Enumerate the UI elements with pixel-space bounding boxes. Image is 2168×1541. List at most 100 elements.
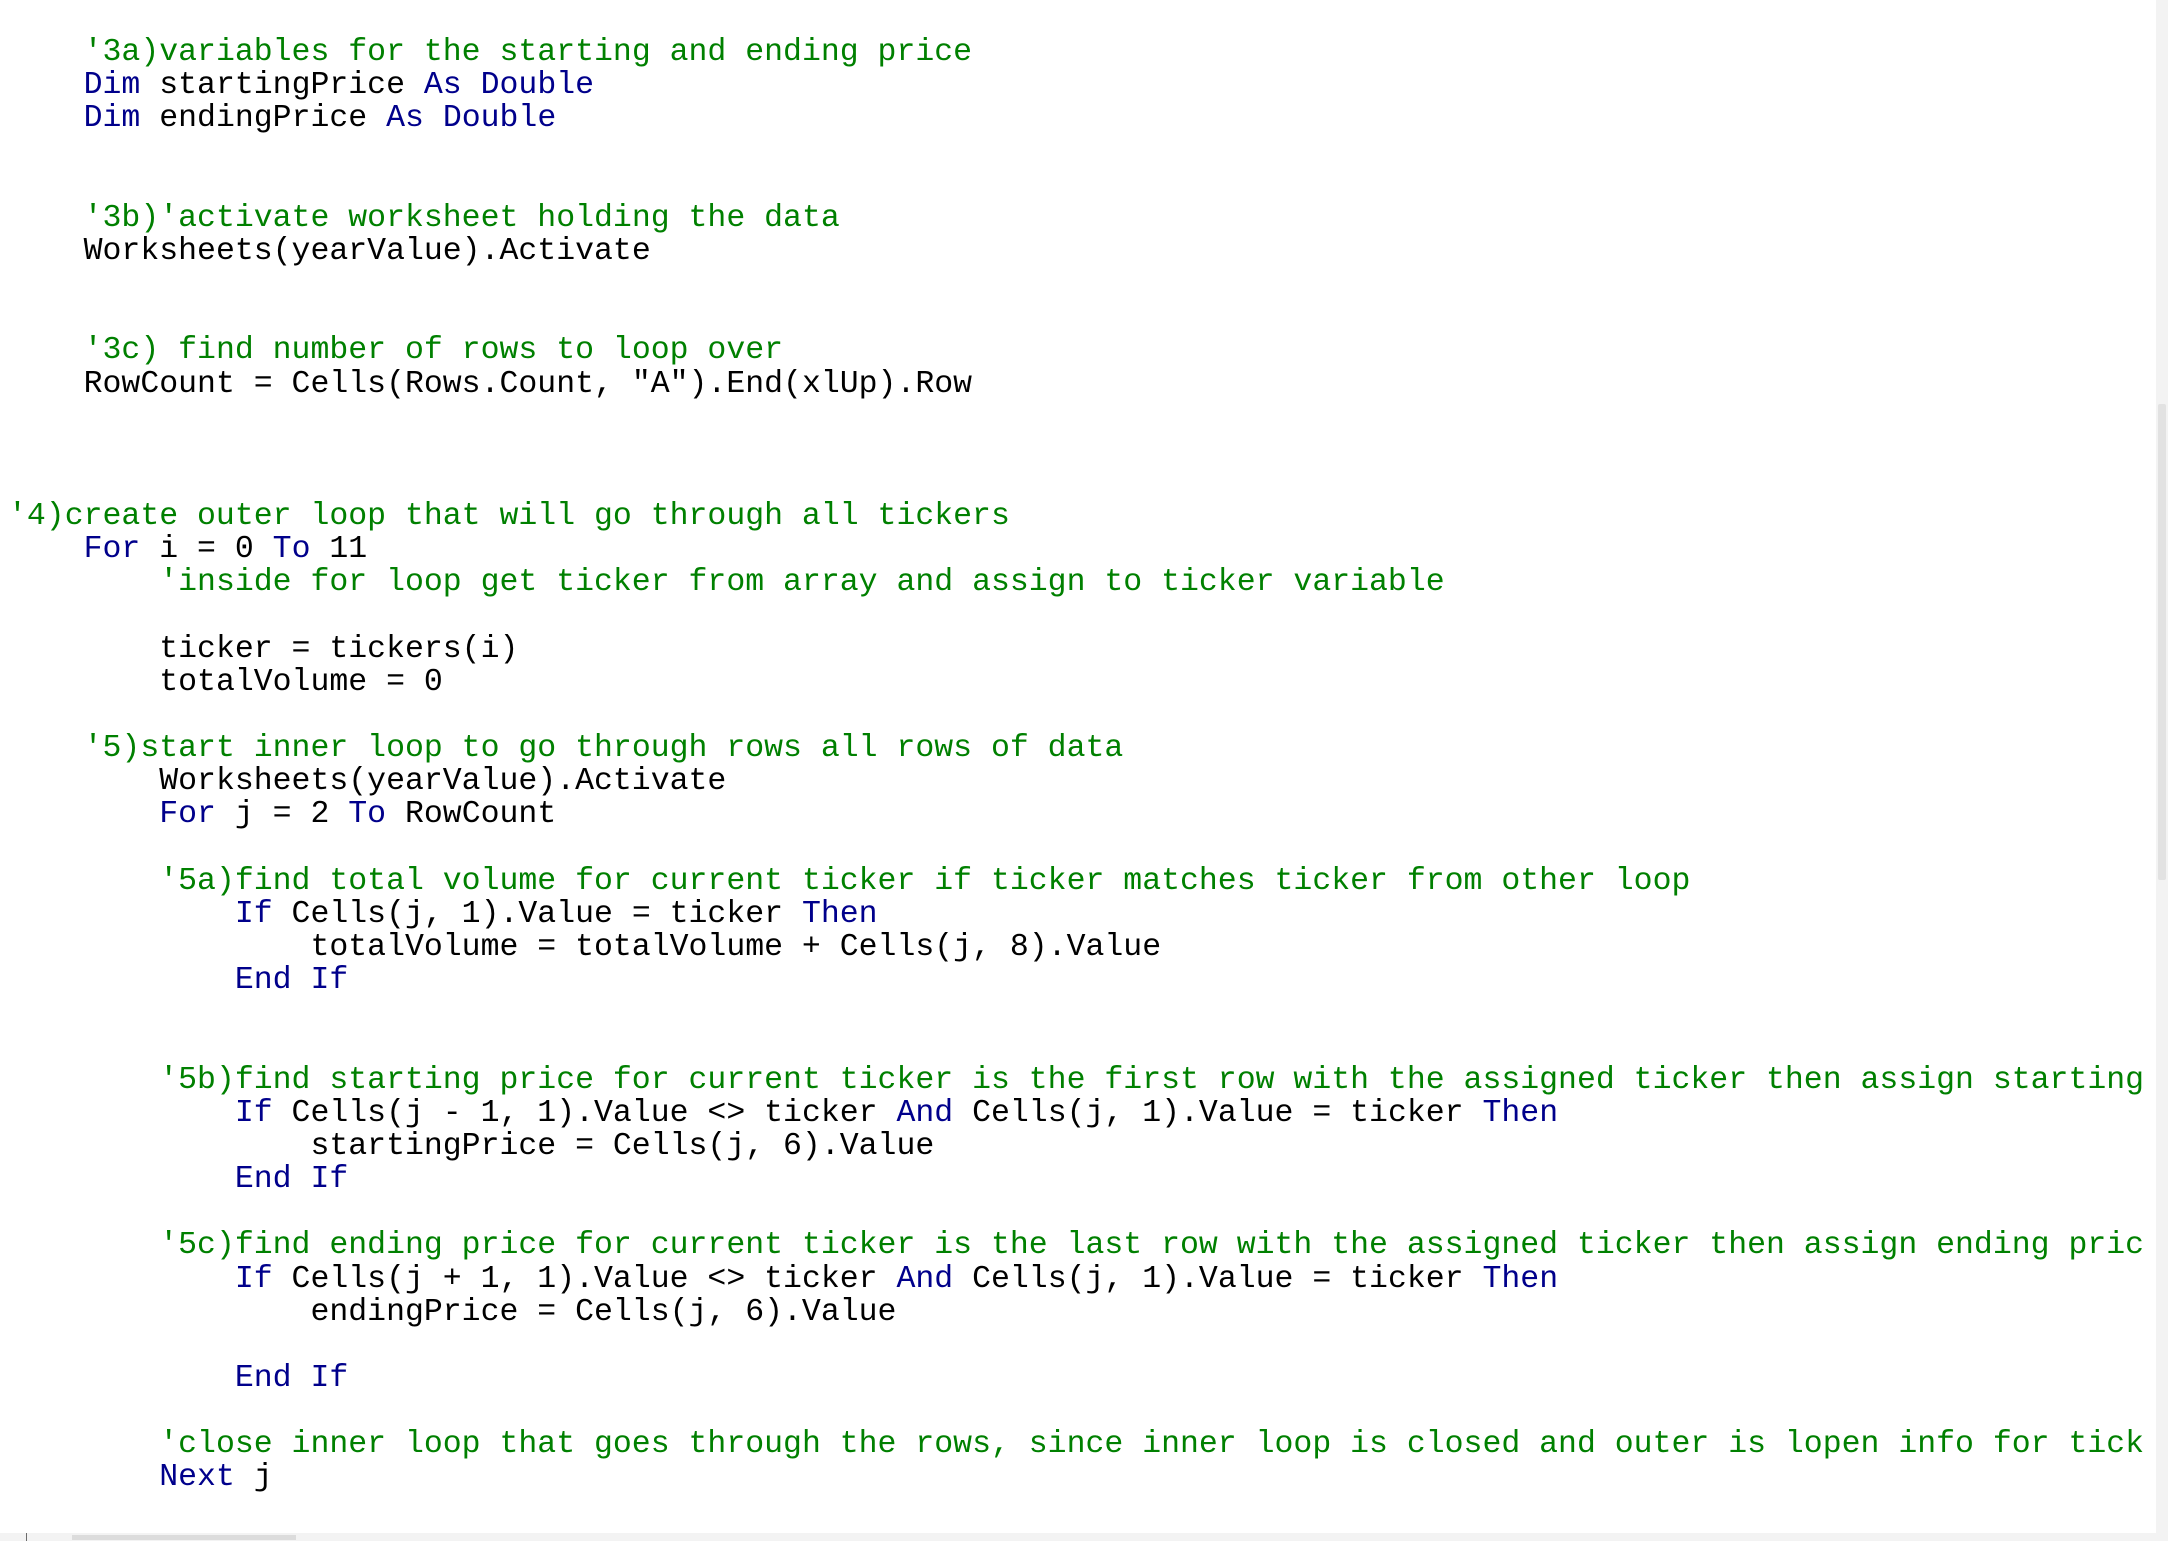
code-token-keyword: Double [442,101,557,136]
code-line[interactable]: '5)start inner loop to go through rows a… [8,731,1124,766]
code-token-plain: j [234,1460,273,1495]
code-token-keyword: End If [234,963,349,998]
code-token-plain: totalVolume = totalVolume + Cells(j, 8).… [310,930,1162,965]
code-token-plain: RowCount [386,797,557,832]
code-token-comment: 'close inner loop that goes through the … [159,1427,2145,1462]
code-token-keyword: To [272,532,311,567]
code-line[interactable]: Next j [8,1460,273,1495]
code-line[interactable]: '3b)'activate worksheet holding the data [8,202,840,235]
code-token-keyword: Next [159,1460,235,1495]
code-token-keyword: End If [234,1162,349,1197]
code-token-comment: '5a)find total volume for current ticker… [159,864,1691,899]
code-line[interactable]: Worksheets(yearValue).Activate [8,235,651,268]
code-token-plain: 11 [310,532,368,567]
code-line[interactable]: If Cells(j + 1, 1).Value <> ticker And C… [8,1263,1558,1296]
code-token-keyword: To [348,797,387,832]
code-token-keyword: If [234,897,273,932]
code-token-keyword: Then [1482,1262,1559,1297]
code-token-plain: Cells(j, 1).Value = ticker [953,1262,1483,1297]
vertical-scrollbar[interactable] [2156,0,2168,1536]
code-token-plain: Cells(j, 1).Value = ticker [953,1096,1483,1131]
code-line[interactable]: ticker = tickers(i) [8,633,518,666]
code-line[interactable]: End If [8,1362,348,1395]
code-line[interactable]: '5a)find total volume for current ticker… [8,865,1690,898]
code-token-plain: Cells(j - 1, 1).Value <> ticker [272,1096,897,1131]
code-token-plain: Cells(j, 1).Value = ticker [272,897,802,932]
horizontal-scrollbar-thumb[interactable] [72,1535,296,1540]
code-token-keyword: Double [480,68,595,103]
code-line[interactable]: For j = 2 To RowCount [8,798,556,831]
code-line[interactable]: '4)create outer loop that will go throug… [8,500,1010,533]
horizontal-scrollbar[interactable] [0,1533,2168,1541]
code-token-plain: i = 0 [140,532,273,567]
code-token-keyword: And [896,1262,954,1297]
code-line[interactable]: Dim endingPrice As Double [8,101,557,136]
code-line[interactable]: endingPrice = Cells(j, 6).Value [8,1296,896,1329]
code-line[interactable]: '3c) find number of rows to loop over [8,334,783,367]
code-line[interactable]: totalVolume = totalVolume + Cells(j, 8).… [8,931,1161,964]
code-token-plain: RowCount = Cells(Rows.Count, "A").End(xl… [83,367,973,402]
code-line[interactable]: '5c)find ending price for current ticker… [8,1229,2144,1262]
code-token-comment: '5)start inner loop to go through rows a… [83,731,1124,766]
code-line[interactable]: If Cells(j - 1, 1).Value <> ticker And C… [8,1097,1558,1130]
code-line[interactable]: 'close inner loop that goes through the … [8,1428,2144,1461]
code-token-keyword: Then [801,897,878,932]
code-token-keyword: As [386,101,424,136]
code-token-keyword: End If [234,1361,349,1396]
code-token-keyword: Dim [83,68,141,103]
code-token-keyword: As [423,68,462,103]
code-token-keyword: And [896,1096,954,1131]
code-token-keyword: For [83,532,141,567]
vertical-scrollbar-thumb[interactable] [2158,404,2166,880]
code-token-plain: startingPrice = Cells(j, 6).Value [310,1129,935,1164]
code-line[interactable]: '5b)find starting price for current tick… [8,1064,2144,1097]
code-token-comment: '5c)find ending price for current ticker… [159,1228,2145,1263]
code-line[interactable]: Dim startingPrice As Double [8,69,594,102]
code-token-plain: j = 2 [215,797,349,832]
code-token-keyword: If [234,1262,273,1297]
code-token-plain: Cells(j + 1, 1).Value <> ticker [272,1262,897,1297]
code-line[interactable]: Worksheets(yearValue).Activate [8,765,726,798]
code-line[interactable]: For i = 0 To 11 [8,532,368,567]
code-token-plain: startingPrice [140,68,424,103]
code-editor[interactable]: '3a)variables for the starting and endin… [0,0,2154,1536]
code-token-keyword: For [159,797,216,832]
code-token-keyword: If [234,1096,273,1131]
code-line[interactable]: If Cells(j, 1).Value = ticker Then [8,898,878,931]
code-token-plain: totalVolume = 0 [159,665,443,700]
code-line[interactable]: startingPrice = Cells(j, 6).Value [8,1130,934,1163]
code-line[interactable]: '3a)variables for the starting and endin… [8,36,972,69]
code-token-keyword: Dim [83,101,141,136]
code-token-plain: endingPrice [140,101,387,136]
code-line[interactable]: End If [8,1163,348,1196]
scroll-position-marker [26,1533,27,1541]
code-line[interactable]: RowCount = Cells(Rows.Count, "A").End(xl… [8,368,972,401]
code-line[interactable]: totalVolume = 0 [8,666,443,699]
code-token-comment: '5b)find starting price for current tick… [159,1063,2145,1098]
code-line[interactable]: End If [8,964,348,997]
code-line[interactable]: 'inside for loop get ticker from array a… [8,566,1444,599]
